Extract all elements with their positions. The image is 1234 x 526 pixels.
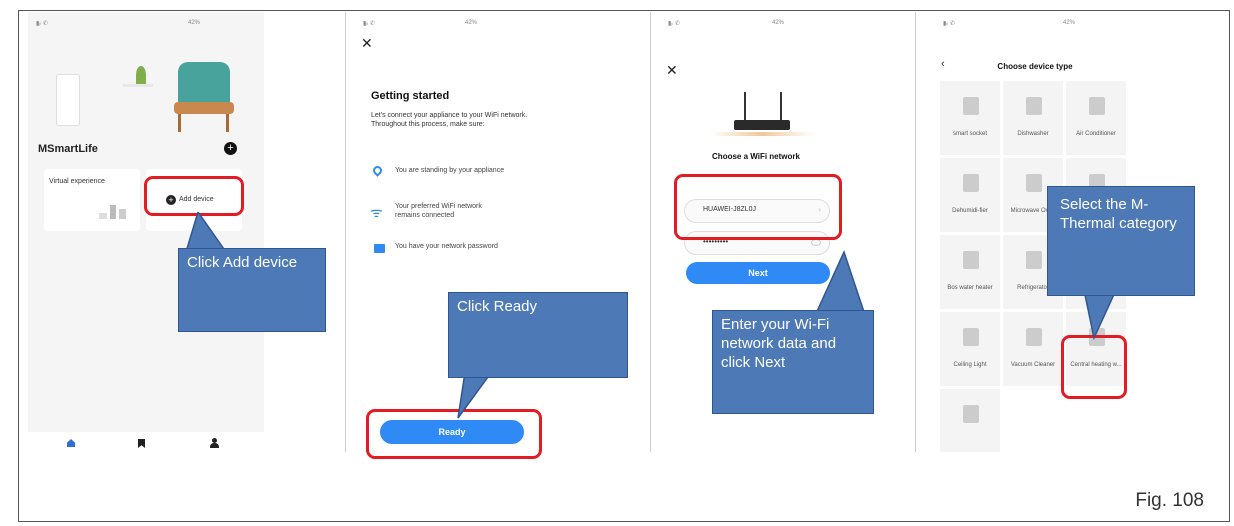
device-icon bbox=[963, 328, 979, 346]
hero-illustration bbox=[28, 32, 264, 142]
checklist-item: You are standing by your appliance bbox=[395, 167, 505, 174]
wifi-icon: ᯤ bbox=[370, 204, 383, 220]
status-bar: ▮ᵢₗ ✆ 42% bbox=[36, 20, 201, 27]
device-type-label: Dishwasher bbox=[1017, 131, 1049, 137]
device-icon bbox=[1026, 97, 1042, 115]
device-icon bbox=[1026, 251, 1042, 269]
divider bbox=[345, 12, 346, 452]
device-icon bbox=[1026, 174, 1042, 192]
status-bar: ▮ᵢₗ ✆ 42% bbox=[943, 20, 1076, 27]
bottom-nav bbox=[28, 432, 264, 452]
callout-pointer-1 bbox=[185, 212, 227, 252]
device-type-label: Bos water heater bbox=[947, 285, 993, 291]
device-type-label: Ceiling Light bbox=[953, 362, 987, 368]
device-type-tile[interactable] bbox=[939, 388, 1001, 452]
callout-ready: Click Ready bbox=[448, 292, 628, 378]
device-type-tile[interactable]: Ceiling Light bbox=[939, 311, 1001, 387]
device-icon bbox=[963, 174, 979, 192]
intro-text: Let's connect your appliance to your WiF… bbox=[371, 112, 528, 128]
status-bar: ▮ᵢₗ ✆ 42% bbox=[363, 20, 478, 27]
add-circle-icon[interactable]: + bbox=[224, 142, 237, 155]
callout-select-category: Select the M-Thermal category bbox=[1047, 186, 1195, 296]
profile-icon[interactable] bbox=[210, 438, 219, 448]
page-title: Getting started bbox=[371, 90, 450, 102]
divider bbox=[915, 12, 916, 452]
app-title: MSmartLife bbox=[38, 143, 98, 155]
callout-wifi: Enter your Wi-Fi network data and click … bbox=[712, 310, 874, 414]
eye-icon bbox=[811, 239, 821, 246]
callout-add-device: Click Add device bbox=[178, 248, 326, 332]
device-icon bbox=[963, 97, 979, 115]
figure-caption: Fig. 108 bbox=[1135, 490, 1204, 511]
device-type-label: Dehumidi-fier bbox=[952, 208, 988, 214]
divider bbox=[650, 12, 651, 452]
close-icon[interactable]: ✕ bbox=[666, 62, 678, 79]
virtual-experience-label: Virtual experience bbox=[49, 178, 105, 185]
device-type-label: Vacuum Cleaner bbox=[1010, 362, 1056, 368]
lock-icon bbox=[374, 244, 385, 253]
page-title: Choose a WiFi network bbox=[712, 152, 800, 161]
page-title: Choose device type bbox=[997, 62, 1073, 71]
device-type-tile[interactable]: Dishwasher bbox=[1002, 80, 1064, 156]
checklist-item: Your preferred WiFi network remains conn… bbox=[395, 203, 482, 219]
device-type-tile[interactable]: Air Conditioner bbox=[1065, 80, 1127, 156]
devices-thumbnail bbox=[99, 203, 129, 221]
device-type-tile[interactable]: smart socket bbox=[939, 80, 1001, 156]
virtual-experience-card[interactable]: Virtual experience bbox=[44, 169, 140, 231]
device-type-label: Air Conditioner bbox=[1076, 131, 1116, 137]
status-bar: ▮ᵢₗ ✆ 42% bbox=[668, 20, 785, 27]
device-icon bbox=[963, 251, 979, 269]
device-icon bbox=[1026, 328, 1042, 346]
device-icon bbox=[963, 405, 979, 423]
close-icon[interactable]: ✕ bbox=[361, 35, 373, 52]
device-type-tile[interactable]: Dehumidi-fier bbox=[939, 157, 1001, 233]
device-icon bbox=[1089, 97, 1105, 115]
highlight-central-heating bbox=[1061, 335, 1127, 399]
router-illustration bbox=[710, 92, 814, 142]
pin-icon bbox=[371, 164, 384, 177]
highlight-wifi-fields bbox=[674, 174, 842, 240]
callout-pointer-4 bbox=[1083, 290, 1117, 340]
device-type-label: smart socket bbox=[952, 131, 987, 137]
device-type-tile[interactable]: Vacuum Cleaner bbox=[1002, 311, 1064, 387]
device-type-tile[interactable]: Bos water heater bbox=[939, 234, 1001, 310]
checklist-item: You have your network password bbox=[395, 243, 498, 250]
highlight-add-device bbox=[144, 176, 244, 216]
